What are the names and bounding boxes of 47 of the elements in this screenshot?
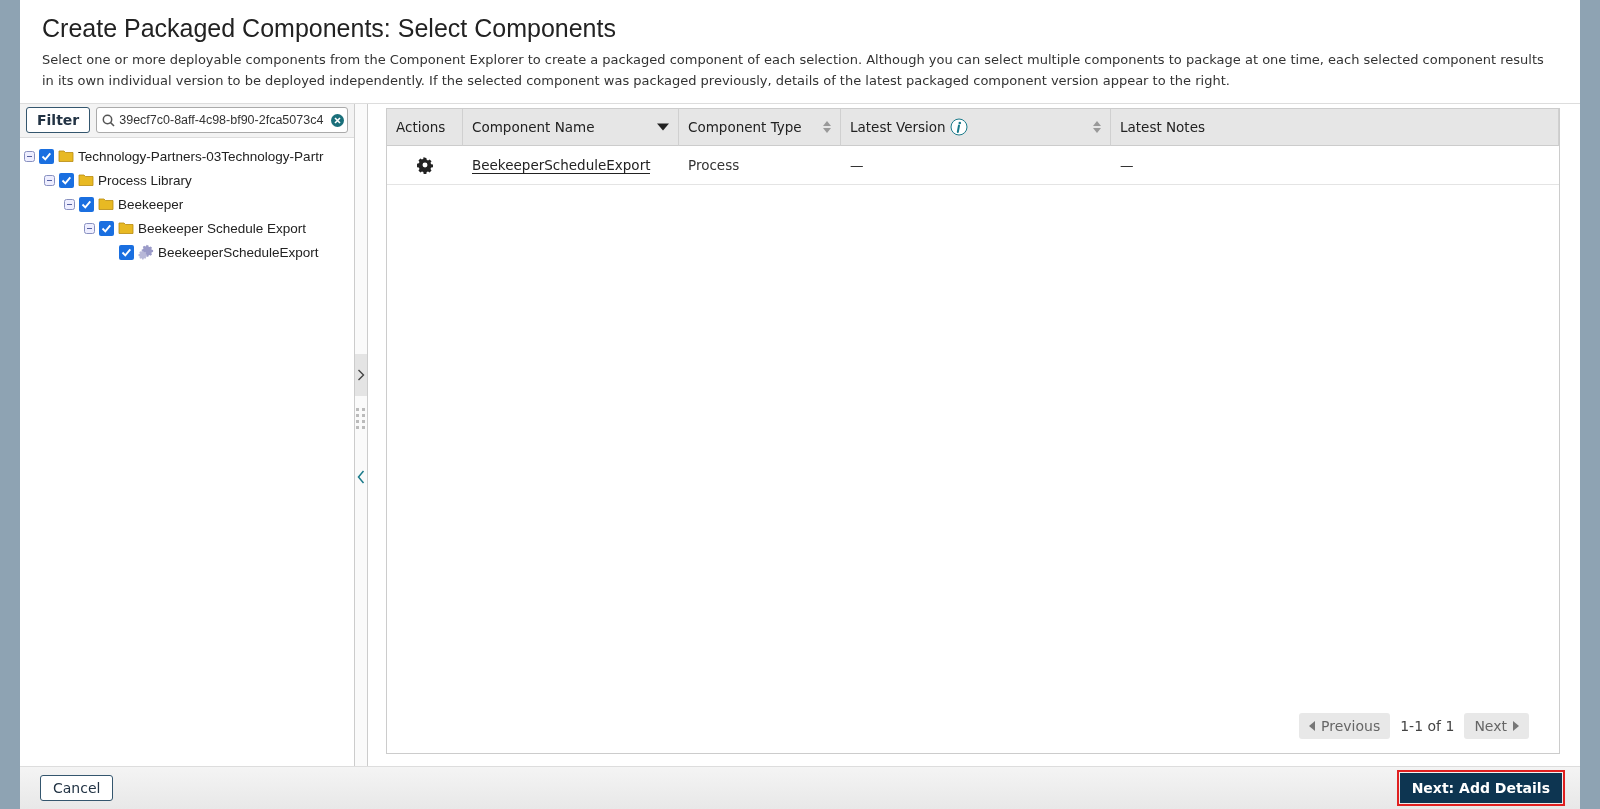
dialog-description: Select one or more deployable components from the Component Explorer to create a packaged component of each selection. Although you can select multiple components to package at one time, each selected component results in its own individual version to be deployed independently. If the selected component was packaged previously, details of the latest packaged component version appear to the right. — [42, 51, 1545, 90]
table-cell: — — [1111, 146, 1559, 185]
cancel-button[interactable]: Cancel — [40, 775, 114, 801]
checkbox[interactable] — [79, 196, 94, 212]
next-page-button[interactable]: Next — [1464, 713, 1529, 739]
column-header[interactable]: Latest Version — [841, 109, 1111, 146]
collapse-icon[interactable] — [64, 198, 75, 210]
tree-item-label[interactable]: Beekeeper — [118, 196, 184, 212]
table-cell: Process — [679, 146, 841, 185]
checkbox[interactable] — [99, 220, 114, 236]
checkbox[interactable] — [39, 148, 54, 164]
tree-item-label[interactable]: Process Library — [98, 172, 192, 188]
folder-icon — [58, 148, 74, 164]
clear-icon[interactable] — [331, 114, 344, 127]
column-header[interactable]: Component Type — [679, 109, 841, 146]
drag-handle-icon[interactable] — [356, 408, 366, 430]
gears-icon — [138, 244, 154, 260]
dialog-title: Create Packaged Components: Select Components — [41, 13, 617, 44]
sort-descending-icon[interactable] — [657, 123, 669, 131]
tree-item-label[interactable]: Technology-Partners-03Technology-Partr — [78, 148, 324, 164]
checkbox[interactable] — [59, 172, 74, 188]
page-range: 1-1 of 1 — [1400, 718, 1455, 734]
expand-handle[interactable] — [355, 354, 367, 396]
search-icon — [102, 114, 116, 127]
collapse-icon[interactable] — [84, 222, 95, 234]
checkbox[interactable] — [119, 244, 134, 260]
search-field[interactable]: 39ecf7c0-8aff-4c98-bf90-2fca5073c4 — [96, 107, 348, 133]
column-header[interactable]: Component Name — [463, 109, 679, 146]
folder-icon — [118, 220, 134, 236]
column-header[interactable]: Actions — [387, 109, 463, 146]
collapse-icon[interactable] — [24, 150, 35, 162]
tree-item-label[interactable]: BeekeeperScheduleExport — [158, 244, 319, 260]
collapse-panel-icon[interactable] — [357, 470, 365, 484]
info-icon[interactable] — [949, 118, 968, 136]
collapse-icon[interactable] — [44, 174, 55, 186]
table-cell: — — [841, 146, 1111, 185]
folder-icon — [78, 172, 94, 188]
next-button[interactable]: Next: Add Details — [1399, 773, 1562, 803]
caret-right-icon — [1513, 721, 1519, 731]
filter-button[interactable]: Filter — [26, 107, 91, 133]
tree-item-label[interactable]: Beekeeper Schedule Export — [138, 220, 307, 236]
folder-icon — [98, 196, 114, 212]
previous-button[interactable]: Previous — [1299, 713, 1391, 739]
component-link[interactable]: BeekeeperScheduleExport — [472, 156, 651, 174]
column-header[interactable]: Latest Notes — [1111, 109, 1559, 146]
caret-left-icon — [1309, 721, 1316, 731]
settings-icon[interactable] — [416, 156, 434, 174]
